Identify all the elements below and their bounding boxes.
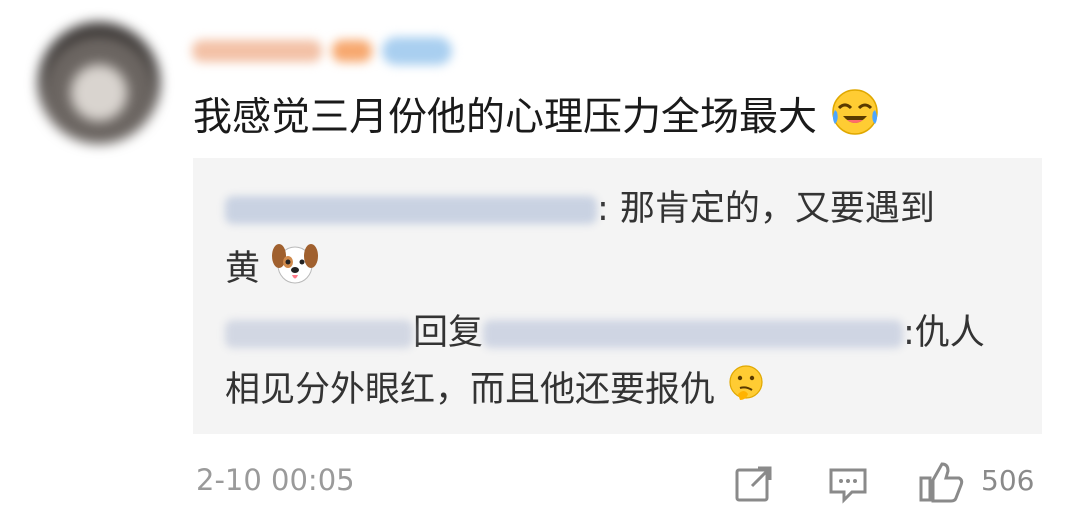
thinking-face-icon [726,364,766,418]
username-chunk [192,40,322,62]
comment-text: 我感觉三月份他的心理压力全场最大 [193,88,881,151]
reply-1-text-cont: 黄 [225,249,261,289]
share-icon[interactable] [734,464,774,508]
laughing-crying-face-icon [829,88,881,151]
comment-time: 2-10 00:05 [196,463,355,497]
reply-1-line-1: : 那肯定的，又要遇到 [225,184,935,234]
reply-1-line-2: 黄 [225,240,319,300]
reply-2-username-blurred[interactable] [225,320,413,348]
like-count: 506 [981,464,1035,497]
reply-2-reply-word: 回复 [413,313,484,353]
comment-body: 我感觉三月份他的心理压力全场最大 [193,95,818,140]
comment-icon[interactable] [828,464,868,508]
reply-1-text: : 那肯定的，又要遇到 [597,189,935,229]
level-chunk [332,40,372,62]
reply-2-target-username-blurred[interactable] [483,320,904,348]
thumbs-up-icon[interactable] [918,460,966,508]
dog-face-icon [271,240,319,300]
reply-2-line-2: 相见分外眼红，而且他还要报仇 [225,364,766,418]
badge-chunk [382,37,452,65]
username-blurred[interactable] [192,30,477,72]
avatar[interactable] [38,22,160,144]
reply-2-line-1: 回复 :仇人 [225,308,985,358]
reply-1-username-blurred[interactable] [225,196,597,224]
reply-box: : 那肯定的，又要遇到 黄 回复 :仇人 相见分外眼红，而且他还要报仇 [193,158,1042,434]
reply-2-text-cont: 相见分外眼红，而且他还要报仇 [225,370,716,410]
reply-2-text: :仇人 [903,313,985,353]
